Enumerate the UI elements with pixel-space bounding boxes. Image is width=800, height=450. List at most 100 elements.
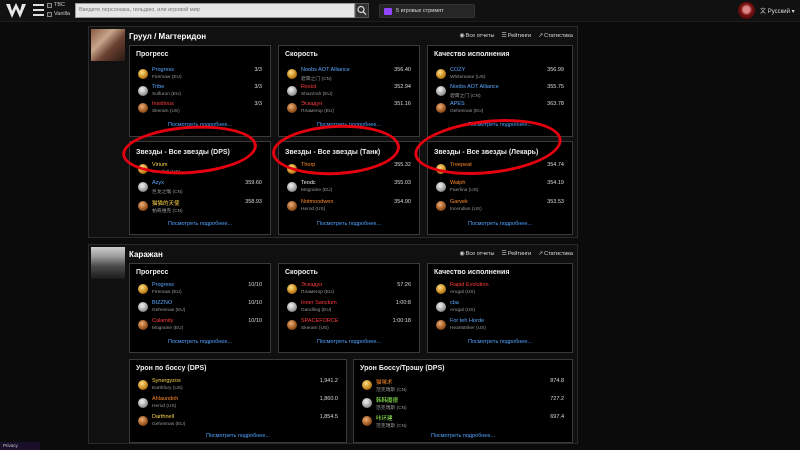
player-name[interactable]: 咔环建 [376,414,393,422]
guild-name[interactable]: Noobs AOT Alliance [450,84,499,90]
player-name[interactable]: 猫咪术 [376,378,393,386]
silver-medal-icon [138,398,148,408]
guild-name[interactable]: Resist [301,84,316,90]
guild-name[interactable]: COZY [450,67,465,73]
player-name[interactable]: Synergyzos [152,378,181,384]
list-item[interactable]: BIZZNO Gehennas (EU) 10/10 [136,300,264,316]
zone-title[interactable]: Каражан [129,250,163,259]
list-item[interactable]: Notmoodwen Herod (US) 354.90 [285,199,413,215]
list-item[interactable]: Progress Firemaw (EU) 3/3 [136,67,264,83]
list-item[interactable]: Эскадун Пламегор (EU) 57:26 [285,282,413,298]
list-item[interactable]: 咔环建 范克瑞斯 (CN) 697.4 [360,414,566,430]
all-reports-link[interactable]: ◉Все отчеты [459,32,494,39]
guild-name[interactable]: cba [450,300,459,306]
list-item[interactable]: 猫猫的天使 帕奇维克 (CN) 358.93 [136,199,264,215]
view-more-link[interactable]: Посмотреть подробнее... [428,339,572,345]
list-item[interactable]: SPACEFORCE Skeram (US) 1:00:18 [285,318,413,334]
player-name[interactable]: 猫猫的天使 [152,199,180,207]
view-more-link[interactable]: Посмотреть подробнее... [130,433,346,439]
player-name[interactable]: Azyx [152,180,164,186]
statistics-link[interactable]: ↗Статистика [538,32,573,39]
language-selector[interactable]: 文 Русский ▾ [760,6,795,15]
list-item[interactable]: Progress Firemaw (EU) 10/10 [136,282,264,298]
streams-button[interactable]: 5 игровых стримят [379,4,475,18]
chart-icon: ↗ [538,251,544,257]
guild-name[interactable]: Inner Sanctum [301,300,337,306]
server-name: Arugal (US) [450,308,476,313]
version-toggle-vanilla[interactable]: Vanilla [47,11,70,17]
view-more-link[interactable]: Посмотреть подробнее... [279,339,419,345]
list-item[interactable]: Teodc Mograine (EU) 355.03 [285,180,413,196]
list-item[interactable]: Inner Sanctum Gandling (EU) 1:00:8 [285,300,413,316]
guild-name[interactable]: For teh Horde [450,318,484,324]
list-item[interactable]: Resist Shazzrah (EU) 352.94 [285,84,413,100]
site-logo-icon[interactable] [3,1,29,21]
version-label: TBC [54,2,65,8]
version-toggle-tbc[interactable]: TBC [47,2,65,8]
card-progress: Прогресс Progress Firemaw (EU) 10/10 BIZZN… [129,263,271,353]
zone-links: ◉Все отчеты ☰Рейтинги ↗Статистика [459,32,573,39]
guild-name[interactable]: APES [450,101,465,107]
statistics-link[interactable]: ↗Статистика [538,250,573,257]
view-more-link[interactable]: Посмотреть подробнее... [130,221,270,227]
list-item[interactable]: 韩韩魔德 范克瑞斯 (CN) 727.2 [360,396,566,412]
guild-name[interactable]: SPACEFORCE [301,318,339,324]
guild-name[interactable]: Progress [152,282,174,288]
view-more-link[interactable]: Посмотреть подробнее... [354,433,572,439]
view-more-link[interactable]: Посмотреть подробнее... [279,221,419,227]
guild-name[interactable]: Insidious [152,101,174,107]
guild-name[interactable]: Tribe [152,84,164,90]
list-item[interactable]: Noobs AOT Alliance 碧霄之门 (CN) 356.40 [285,67,413,83]
search-input[interactable]: Введите персонажа, гильдию, или игровой … [75,3,355,18]
list-item[interactable]: Darthnell Gehennas (EU) 1,854.5 [136,414,340,430]
list-item[interactable]: Azyx 巨龙之喉 (CN) 359.60 [136,180,264,196]
rankings-link[interactable]: ☰Рейтинги [501,250,531,257]
list-item[interactable]: Synergyzos Earthfury (US) 1,941.2 [136,378,340,394]
guild-name[interactable]: Rapid Evolution [450,282,489,288]
list-item[interactable]: For teh Horde Heartstriker (US) [434,318,566,334]
view-more-link[interactable]: Посмотреть подробнее... [130,339,270,345]
list-item[interactable]: cba Arugal (US) [434,300,566,316]
player-name[interactable]: Ahlaundoh [152,396,178,402]
privacy-badge[interactable]: Privacy [0,442,40,450]
avatar[interactable] [738,2,755,19]
player-name[interactable]: Teodc [301,180,316,186]
value: 352.94 [394,84,411,90]
all-reports-link[interactable]: ◉Все отчеты [459,250,494,257]
view-more-link[interactable]: Посмотреть подробнее... [428,221,572,227]
guild-name[interactable]: Progress [152,67,174,73]
rankings-link[interactable]: ☰Рейтинги [501,32,531,39]
gold-medal-icon [362,380,372,390]
server-name: Skeram (US) [301,326,329,331]
list-item[interactable]: Эскадун Пламегор (EU) 351.16 [285,101,413,117]
card-title: Скорость [285,269,318,276]
list-item[interactable]: 猫咪术 范克瑞斯 (CN) 874.8 [360,378,566,394]
hamburger-menu-icon[interactable] [33,4,44,16]
guild-name[interactable]: BIZZNO [152,300,172,306]
player-name[interactable]: Notmoodwen [301,199,333,205]
list-item[interactable]: Tribe Sulfuron (EU) 3/3 [136,84,264,100]
guild-name[interactable]: Эскадун [301,282,322,288]
player-name[interactable]: Darthnell [152,414,174,420]
list-item[interactable]: Ahlaundoh Herod (US) 1,860.0 [136,396,340,412]
player-name[interactable]: Walph [450,180,465,186]
list-item[interactable]: Rapid Evolution Arugal (US) [434,282,566,298]
list-item[interactable]: Walph Faerlina (US) 354.19 [434,180,566,196]
language-label: Русский [767,9,790,15]
player-name[interactable]: Garvek [450,199,468,205]
list-item[interactable]: APES Gehennas (EU) 363.78 [434,101,566,117]
list-item[interactable]: COZY Whitemane (US) 356.99 [434,67,566,83]
guild-name[interactable]: Эскадун [301,101,322,107]
player-name[interactable]: 韩韩魔德 [376,396,398,404]
list-item[interactable]: Calamity Mograine (EU) 10/10 [136,318,264,334]
list-item[interactable]: Garvek Incendius (US) 353.53 [434,199,566,215]
list-item[interactable]: Insidious Skeram (US) 3/3 [136,101,264,117]
search-button[interactable] [355,3,369,18]
gold-medal-icon [138,284,148,294]
value: 697.4 [550,414,564,420]
card-boss-dps: Урон по боссу (DPS) Synergyzos Earthfury … [129,359,347,443]
list-item[interactable]: Noobs AOT Alliance 碧霄之门 (CN) 355.75 [434,84,566,100]
guild-name[interactable]: Calamity [152,318,173,324]
guild-name[interactable]: Noobs AOT Alliance [301,67,350,73]
zone-title[interactable]: Груул / Магтеридон [129,32,206,41]
